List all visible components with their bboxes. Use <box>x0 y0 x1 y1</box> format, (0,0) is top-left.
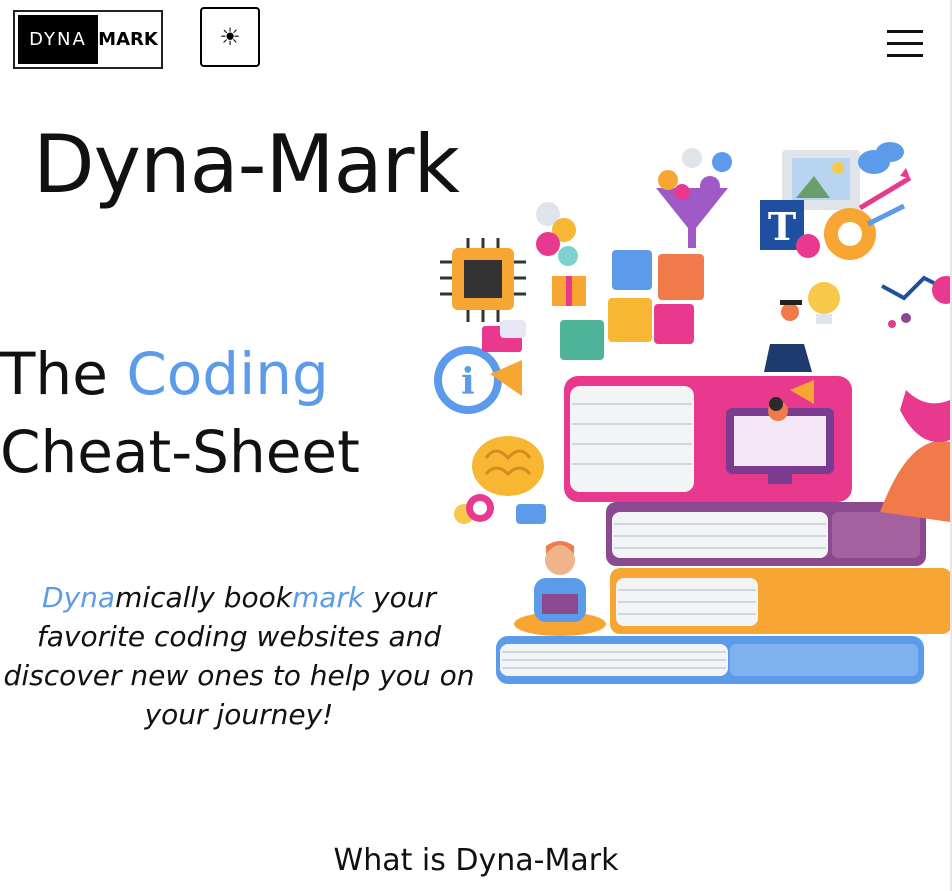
sun-icon: ☀ <box>219 23 241 51</box>
section-title: What is Dyna-Mark <box>333 843 619 878</box>
tagline-mark: mark <box>291 581 365 614</box>
site-title: Dyna-Mark <box>33 118 460 211</box>
line-chart-icon <box>881 275 941 301</box>
tagline-mically-book: mically book <box>115 581 292 614</box>
headline-coding: Coding <box>126 340 329 408</box>
graduate-figure <box>764 344 812 372</box>
menu-line <box>887 42 923 45</box>
jumping-person <box>880 440 950 522</box>
svg-text:i: i <box>461 361 475 403</box>
chip-icon <box>440 238 526 322</box>
info-icon: i <box>434 346 502 414</box>
headline-the: The <box>0 340 108 408</box>
logo[interactable]: DYNA MARK <box>13 10 163 69</box>
brain-icon <box>454 436 546 524</box>
hamburger-menu-icon[interactable] <box>887 30 923 60</box>
tagline-dyna: Dyna <box>42 581 116 614</box>
theme-toggle-button[interactable]: ☀ <box>200 7 260 67</box>
books-learning-illustration: i T <box>434 142 952 684</box>
puzzle-icon <box>612 250 652 290</box>
play-icon <box>796 234 820 258</box>
growth-arrow <box>858 175 912 211</box>
reading-person <box>514 541 606 636</box>
logo-dyna: DYNA <box>18 15 98 64</box>
funnel-icon <box>656 148 732 248</box>
svg-text:T: T <box>768 204 796 249</box>
headline-cheat-sheet: Cheat-Sheet <box>0 418 360 486</box>
hero-headline: The Coding Cheat-Sheet <box>0 335 360 491</box>
lightbulb-icon <box>808 282 840 314</box>
menu-line <box>887 30 923 33</box>
menu-line <box>887 54 923 57</box>
logo-mark: MARK <box>98 29 158 50</box>
hero-tagline: Dynamically bookmark your favorite codin… <box>0 578 478 734</box>
